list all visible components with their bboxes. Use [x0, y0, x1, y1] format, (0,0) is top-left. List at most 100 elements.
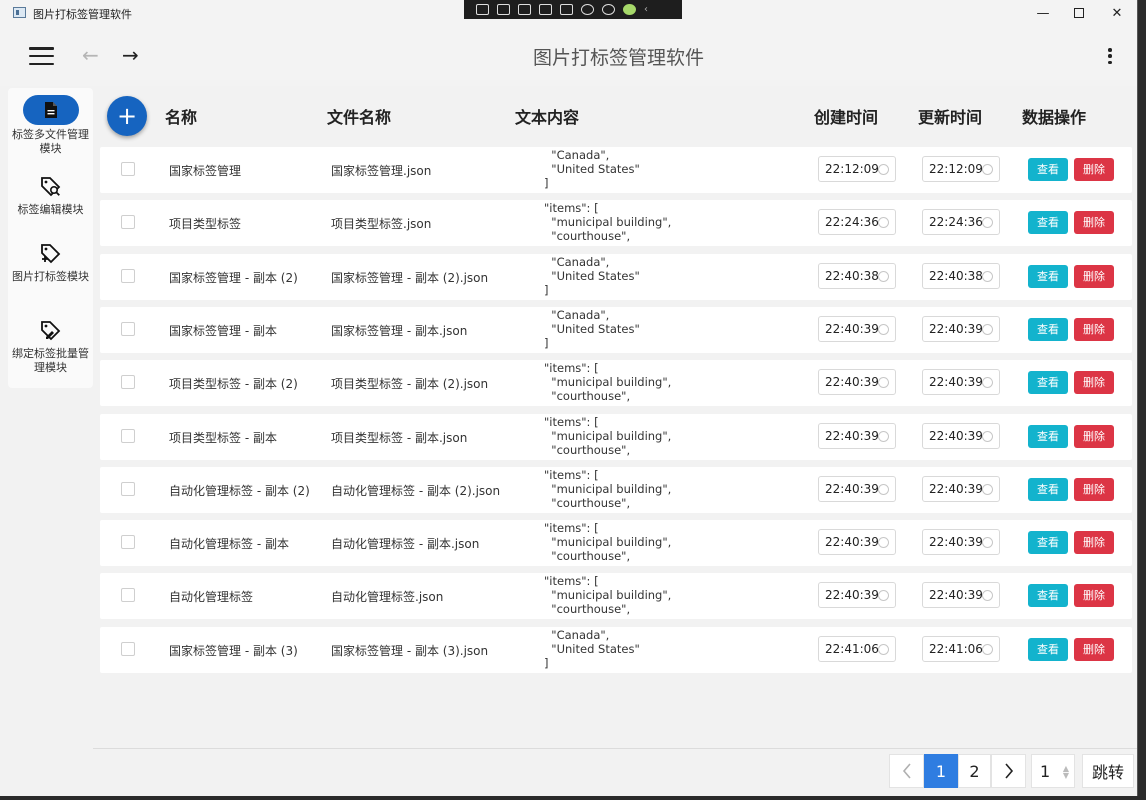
minimize-button[interactable]: — [1028, 3, 1058, 23]
created-time-field[interactable]: 22:41:06 [818, 635, 896, 662]
sidebar-item-batch-bind[interactable]: 绑定标签批量管理模块 [8, 318, 93, 375]
created-time-value: 22:40:39 [825, 428, 879, 443]
delete-button[interactable]: 删除 [1074, 371, 1114, 395]
row-checkbox[interactable] [121, 481, 135, 496]
delete-button[interactable]: 删除 [1074, 584, 1114, 608]
created-time-field[interactable]: 22:40:39 [818, 422, 896, 449]
page-jump-input[interactable]: 1 ▲ ▼ [1031, 754, 1075, 788]
cell-name: 国家标签管理 - 副本 [169, 323, 277, 338]
view-button[interactable]: 查看 [1028, 584, 1068, 608]
view-button[interactable]: 查看 [1028, 531, 1068, 555]
created-time-field[interactable]: 22:40:39 [818, 475, 896, 502]
sidebar-item-image-tagging[interactable]: 图片打标签模块 [8, 241, 93, 284]
table-row: 自动化管理标签 - 副本 自动化管理标签 - 副本.json "items": [ … [100, 520, 1132, 567]
created-time-field[interactable]: 22:40:39 [818, 315, 896, 342]
cell-text-content: "items": [ "municipal building", "courth… [544, 521, 672, 564]
app-window: 图片打标签管理软件 — ✕ ‹ ← → 图片打标签管理软件 标签多文件管理模块 [0, 0, 1138, 796]
view-button[interactable]: 查看 [1028, 637, 1068, 661]
delete-button[interactable]: 删除 [1074, 211, 1114, 235]
updated-time-field[interactable]: 22:40:39 [922, 422, 1000, 449]
file-icon [22, 95, 79, 125]
delete-button[interactable]: 删除 [1074, 531, 1114, 555]
sidebar-item-label: 标签编辑模块 [17, 203, 84, 216]
more-vert-icon[interactable] [1105, 48, 1115, 64]
capture-icon[interactable] [476, 4, 489, 15]
created-time-value: 22:40:39 [825, 588, 879, 603]
created-time-field[interactable]: 22:40:39 [818, 369, 896, 396]
updated-time-field[interactable]: 22:40:39 [922, 529, 1000, 556]
cell-name: 国家标签管理 - 副本 (2) [169, 270, 298, 285]
clock-icon [878, 270, 889, 282]
view-button[interactable]: 查看 [1028, 424, 1068, 448]
delete-button[interactable]: 删除 [1074, 317, 1114, 341]
region-capture-icon[interactable] [560, 4, 573, 15]
window-capture-icon[interactable] [539, 4, 552, 15]
sidebar-item-tag-edit[interactable]: 标签编辑模块 [8, 174, 93, 217]
page-button-2[interactable]: 2 [958, 754, 991, 788]
floating-toolbar: ‹ [464, 0, 682, 19]
clock-icon [982, 377, 993, 389]
updated-time-value: 22:40:38 [929, 268, 983, 283]
next-page-button[interactable] [991, 754, 1026, 788]
page-button-1[interactable]: 1 [924, 754, 958, 788]
accessibility-icon[interactable] [602, 4, 615, 15]
row-checkbox[interactable] [121, 162, 135, 176]
cell-text-content: "Canada", "United States" ] [544, 254, 640, 297]
row-checkbox[interactable] [121, 268, 135, 283]
delete-button[interactable]: 删除 [1074, 477, 1114, 501]
column-header-text: 文本内容 [515, 108, 580, 127]
updated-time-value: 22:40:39 [929, 481, 983, 496]
delete-button[interactable]: 删除 [1074, 158, 1114, 181]
delete-button[interactable]: 删除 [1074, 637, 1114, 661]
add-button[interactable]: + [107, 96, 147, 136]
record-icon[interactable] [497, 4, 510, 15]
row-checkbox[interactable] [121, 321, 135, 336]
prev-page-button[interactable] [889, 754, 924, 788]
row-checkbox[interactable] [121, 428, 135, 443]
spinner-icon[interactable]: ▲ ▼ [1063, 765, 1069, 780]
updated-time-field[interactable]: 22:40:39 [922, 315, 1000, 342]
page-jump-value: 1 [1040, 761, 1051, 781]
created-time-field[interactable]: 22:40:38 [818, 262, 896, 289]
view-button[interactable]: 查看 [1028, 264, 1068, 288]
created-time-value: 22:40:39 [825, 375, 879, 390]
table-row: 国家标签管理 国家标签管理.json "Canada", "United Stat… [100, 147, 1132, 193]
view-button[interactable]: 查看 [1028, 317, 1068, 341]
cell-name: 国家标签管理 - 副本 (3) [169, 643, 298, 658]
settings-icon[interactable] [581, 4, 594, 15]
sidebar-item-multi-file[interactable]: 标签多文件管理模块 [8, 95, 93, 156]
row-checkbox[interactable] [121, 535, 135, 550]
view-button[interactable]: 查看 [1028, 211, 1068, 235]
cell-file-name: 项目类型标签 - 副本 (2).json [331, 377, 489, 392]
confirm-icon[interactable] [623, 4, 636, 15]
row-checkbox[interactable] [121, 641, 135, 656]
created-time-field[interactable]: 22:24:36 [818, 209, 896, 236]
created-time-field[interactable]: 22:12:09 [818, 156, 896, 182]
created-time-field[interactable]: 22:40:39 [818, 582, 896, 609]
delete-button[interactable]: 删除 [1074, 264, 1114, 288]
maximize-button[interactable] [1064, 3, 1094, 23]
tag-add-icon [8, 241, 93, 267]
updated-time-field[interactable]: 22:24:36 [922, 209, 1000, 236]
close-button[interactable]: ✕ [1102, 3, 1132, 23]
updated-time-field[interactable]: 22:40:39 [922, 475, 1000, 502]
updated-time-field[interactable]: 22:40:39 [922, 369, 1000, 396]
updated-time-field[interactable]: 22:40:39 [922, 582, 1000, 609]
updated-time-field[interactable]: 22:40:38 [922, 262, 1000, 289]
view-button[interactable]: 查看 [1028, 158, 1068, 181]
updated-time-value: 22:12:09 [929, 162, 983, 176]
created-time-field[interactable]: 22:40:39 [818, 529, 896, 556]
updated-time-value: 22:40:39 [929, 535, 983, 550]
cell-text-content: "items": [ "municipal building", "courth… [544, 361, 672, 404]
view-button[interactable]: 查看 [1028, 371, 1068, 395]
row-checkbox[interactable] [121, 375, 135, 390]
delete-button[interactable]: 删除 [1074, 424, 1114, 448]
updated-time-field[interactable]: 22:12:09 [922, 156, 1000, 182]
view-button[interactable]: 查看 [1028, 477, 1068, 501]
row-checkbox[interactable] [121, 588, 135, 603]
collapse-icon[interactable]: ‹ [644, 4, 652, 15]
jump-button[interactable]: 跳转 [1082, 754, 1134, 788]
updated-time-field[interactable]: 22:41:06 [922, 635, 1000, 662]
pointer-icon[interactable] [518, 4, 531, 15]
row-checkbox[interactable] [121, 215, 135, 230]
